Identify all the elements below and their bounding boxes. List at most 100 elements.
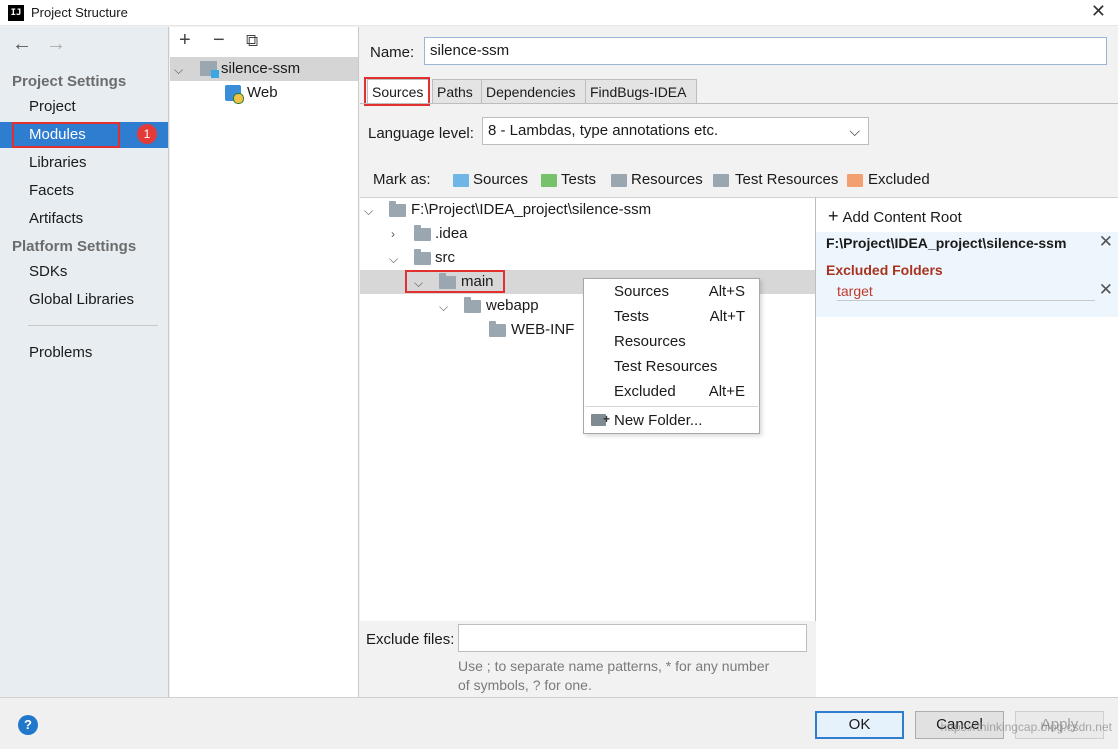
settings-navigation: ← → Project Settings Project Modules 1 L… bbox=[0, 27, 169, 697]
nav-item-global-libraries[interactable]: Global Libraries bbox=[0, 287, 168, 313]
tree-node-label: src bbox=[435, 249, 455, 266]
menu-item-shortcut: Alt+E bbox=[708, 383, 745, 400]
name-label: Name: bbox=[370, 44, 415, 61]
ok-button[interactable]: OK bbox=[815, 711, 904, 739]
help-icon[interactable]: ? bbox=[18, 715, 38, 735]
module-list-panel: + − ⧉ ⌵ silence-ssm Web bbox=[170, 27, 359, 697]
tree-node-label: WEB-INF bbox=[511, 321, 575, 338]
mark-resources-button[interactable]: Resources bbox=[611, 171, 703, 188]
chevron-down-icon[interactable]: ⌵ bbox=[439, 295, 448, 319]
exclude-files-hint: Use ; to separate name patterns, * for a… bbox=[458, 657, 808, 695]
module-tree-item-web[interactable]: Web bbox=[170, 81, 358, 105]
sources-folder-icon bbox=[453, 174, 469, 187]
intellij-logo-icon: IJ bbox=[8, 5, 24, 21]
hint-line-1: Use ; to separate name patterns, * for a… bbox=[458, 658, 770, 674]
chevron-down-icon: ⌵ bbox=[849, 123, 860, 139]
excluded-folder-item: target bbox=[837, 283, 873, 299]
exclude-files-area: Exclude files: Use ; to separate name pa… bbox=[360, 621, 816, 697]
mark-test-resources-button[interactable]: Test Resources bbox=[713, 171, 838, 188]
mark-sources-button[interactable]: Sources bbox=[453, 171, 528, 188]
chevron-down-icon[interactable]: ⌵ bbox=[364, 199, 373, 223]
tree-node-label: .idea bbox=[435, 225, 468, 242]
watermark: https://thinkingcap.blog.csdn.net bbox=[940, 720, 1112, 734]
excluded-folder-icon bbox=[847, 174, 863, 187]
nav-divider bbox=[28, 325, 158, 326]
module-toolbar: + − ⧉ bbox=[170, 27, 358, 57]
remove-content-root-icon[interactable]: ✕ bbox=[1099, 232, 1113, 252]
mark-tests-label: Tests bbox=[561, 171, 597, 188]
tree-node-src[interactable]: ⌵ src bbox=[360, 246, 815, 270]
menu-item-resources[interactable]: Resources bbox=[584, 329, 759, 354]
folder-icon bbox=[389, 201, 406, 217]
nav-item-sdks[interactable]: SDKs bbox=[0, 259, 168, 285]
module-tree-item-silence-ssm[interactable]: ⌵ silence-ssm bbox=[170, 57, 358, 81]
tree-node-label: F:\Project\IDEA_project\silence-ssm bbox=[411, 201, 652, 218]
menu-item-label: Test Resources bbox=[614, 358, 718, 375]
mark-tests-button[interactable]: Tests bbox=[541, 171, 596, 188]
hint-line-2: of symbols, ? for one. bbox=[458, 677, 592, 693]
close-window-button[interactable]: ✕ bbox=[1091, 1, 1106, 22]
menu-item-tests[interactable]: Tests Alt+T bbox=[584, 304, 759, 329]
dialog-footer: ? OK Cancel Apply https://thinkingcap.bl… bbox=[0, 697, 1118, 749]
tree-node-label: webapp bbox=[486, 297, 539, 314]
tab-findbugs-idea[interactable]: FindBugs-IDEA bbox=[585, 79, 697, 104]
module-icon bbox=[200, 61, 219, 78]
tests-folder-icon bbox=[541, 174, 557, 187]
chevron-right-icon[interactable]: › bbox=[391, 222, 395, 246]
mark-resources-label: Resources bbox=[631, 171, 703, 188]
tab-underline bbox=[360, 103, 1118, 104]
exclude-files-label: Exclude files: bbox=[366, 631, 455, 648]
menu-item-label: Sources bbox=[614, 283, 670, 300]
folder-icon bbox=[414, 225, 431, 241]
add-module-button[interactable]: + bbox=[179, 29, 191, 52]
chevron-down-icon[interactable]: ⌵ bbox=[389, 247, 398, 271]
title-bar: IJ Project Structure ✕ bbox=[0, 0, 1118, 26]
plus-icon: + bbox=[828, 206, 839, 226]
folder-icon bbox=[414, 249, 431, 265]
tab-paths[interactable]: Paths bbox=[432, 79, 488, 104]
content-root-entry: F:\Project\IDEA_project\silence-ssm ✕ Ex… bbox=[816, 232, 1118, 317]
chevron-down-icon[interactable]: ⌵ bbox=[174, 58, 183, 82]
folder-icon bbox=[464, 297, 481, 313]
language-level-label: Language level: bbox=[368, 125, 474, 142]
test-resources-folder-icon bbox=[713, 174, 729, 187]
tab-dependencies[interactable]: Dependencies bbox=[481, 79, 587, 104]
nav-item-project[interactable]: Project bbox=[0, 94, 168, 120]
tab-sources[interactable]: Sources bbox=[367, 79, 429, 104]
nav-item-libraries[interactable]: Libraries bbox=[0, 150, 168, 176]
menu-item-label: Tests bbox=[614, 308, 650, 325]
forward-arrow-icon[interactable]: → bbox=[46, 33, 66, 56]
excluded-folders-heading: Excluded Folders bbox=[826, 262, 943, 278]
exclude-files-input[interactable] bbox=[458, 624, 807, 652]
tree-node-root[interactable]: ⌵ F:\Project\IDEA_project\silence-ssm bbox=[360, 198, 815, 222]
module-tree-label: silence-ssm bbox=[221, 60, 301, 77]
menu-item-excluded[interactable]: Excluded Alt+E bbox=[584, 379, 759, 404]
language-level-select[interactable]: 8 - Lambdas, type annotations etc. ⌵ bbox=[482, 117, 869, 145]
nav-item-artifacts[interactable]: Artifacts bbox=[0, 206, 168, 232]
new-folder-icon bbox=[591, 407, 610, 432]
mark-test-resources-label: Test Resources bbox=[735, 171, 839, 188]
mark-excluded-button[interactable]: Excluded bbox=[847, 171, 930, 188]
copy-module-button[interactable]: ⧉ bbox=[246, 31, 258, 51]
back-arrow-icon[interactable]: ← bbox=[12, 33, 32, 56]
menu-item-shortcut: Alt+S bbox=[708, 283, 745, 300]
step-badge: 1 bbox=[137, 124, 157, 144]
module-name-field[interactable]: silence-ssm bbox=[424, 37, 1107, 65]
menu-item-new-folder[interactable]: New Folder... bbox=[584, 407, 759, 433]
content-root-path: F:\Project\IDEA_project\silence-ssm bbox=[826, 235, 1067, 251]
menu-item-sources[interactable]: Sources Alt+S bbox=[584, 279, 759, 304]
nav-item-facets[interactable]: Facets bbox=[0, 178, 168, 204]
mark-as-context-menu: Sources Alt+S Tests Alt+T Resources Test… bbox=[583, 278, 760, 434]
add-content-root-button[interactable]: + Add Content Root bbox=[828, 206, 962, 227]
project-settings-heading: Project Settings bbox=[12, 73, 127, 90]
nav-item-problems[interactable]: Problems bbox=[0, 340, 168, 366]
chevron-down-icon[interactable]: ⌵ bbox=[414, 271, 423, 295]
remove-excluded-folder-icon[interactable]: ✕ bbox=[1099, 280, 1113, 300]
add-content-root-label: Add Content Root bbox=[842, 209, 962, 226]
tree-node-idea[interactable]: › .idea bbox=[360, 222, 815, 246]
menu-item-label: Excluded bbox=[614, 383, 676, 400]
folder-icon bbox=[439, 273, 456, 289]
remove-module-button[interactable]: − bbox=[213, 29, 225, 52]
menu-item-test-resources[interactable]: Test Resources bbox=[584, 354, 759, 379]
mark-excluded-label: Excluded bbox=[868, 171, 930, 188]
